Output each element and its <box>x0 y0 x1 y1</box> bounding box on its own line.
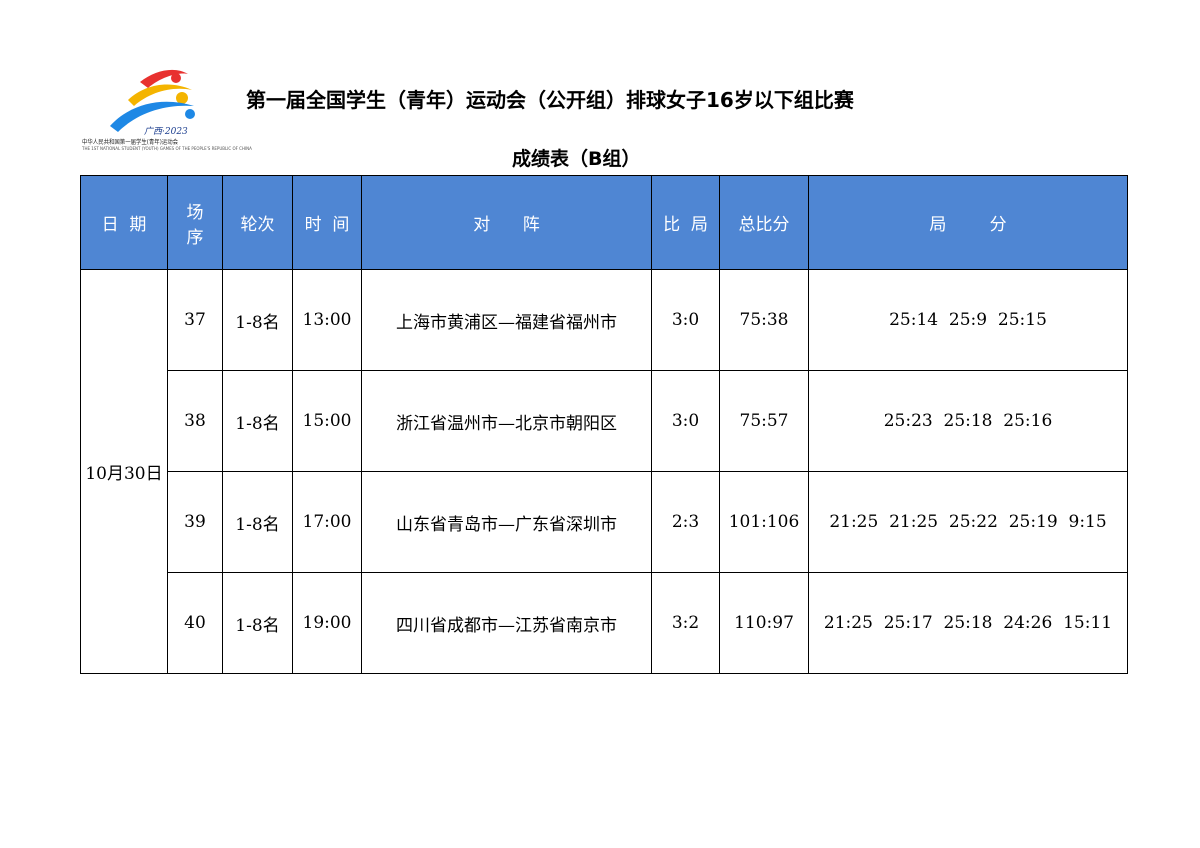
time-cell: 17:00 <box>292 471 362 573</box>
matchup-cell: 四川省成都市—江苏省南京市 <box>361 572 652 674</box>
set-scores-cell: 25:14 25:9 25:15 <box>808 269 1128 371</box>
time-cell: 13:00 <box>292 269 362 371</box>
header-date: 日 期 <box>80 175 168 270</box>
results-table: 日 期 场 序 轮次 时 间 对 阵 比 局 总比分 局 分 10月30日 37… <box>80 175 1128 674</box>
header-total-points: 总比分 <box>719 175 809 270</box>
matchup-cell: 山东省青岛市—广东省深圳市 <box>361 471 652 573</box>
logo-year-text: 广西·2023 <box>144 127 188 137</box>
date-cell: 10月30日 <box>80 269 168 674</box>
header-set-scores: 局 分 <box>808 175 1128 270</box>
set-scores-cell: 21:25 21:25 25:22 25:19 9:15 <box>808 471 1128 573</box>
table-row: 38 1-8名 15:00 浙江省温州市—北京市朝阳区 3:0 75:57 25… <box>81 370 1128 472</box>
header-match-no: 场 序 <box>167 175 223 270</box>
set-scores-cell: 25:23 25:18 25:16 <box>808 370 1128 472</box>
matchup-cell: 上海市黄浦区—福建省福州市 <box>361 269 652 371</box>
score-cell: 3:2 <box>651 572 720 674</box>
round-cell: 1-8名 <box>222 471 293 573</box>
score-cell: 2:3 <box>651 471 720 573</box>
total-points-cell: 110:97 <box>719 572 809 674</box>
match-no-cell: 40 <box>167 572 223 674</box>
table-row: 39 1-8名 17:00 山东省青岛市—广东省深圳市 2:3 101:106 … <box>81 471 1128 573</box>
match-no-cell: 38 <box>167 370 223 472</box>
total-points-cell: 75:57 <box>719 370 809 472</box>
header-score: 比 局 <box>651 175 720 270</box>
set-scores-cell: 21:25 25:17 25:18 24:26 15:11 <box>808 572 1128 674</box>
score-cell: 3:0 <box>651 269 720 371</box>
match-no-cell: 39 <box>167 471 223 573</box>
document-title: 第一届全国学生（青年）运动会（公开组）排球女子16岁以下组比赛 <box>246 88 854 112</box>
matchup-cell: 浙江省温州市—北京市朝阳区 <box>361 370 652 472</box>
logo-org-text-en: THE 1ST NATIONAL STUDENT (YOUTH) GAMES O… <box>82 146 252 151</box>
total-points-cell: 75:38 <box>719 269 809 371</box>
table-row: 40 1-8名 19:00 四川省成都市—江苏省南京市 3:2 110:97 2… <box>81 572 1128 674</box>
table-row: 10月30日 37 1-8名 13:00 上海市黄浦区—福建省福州市 3:0 7… <box>80 269 1128 674</box>
match-no-cell: 37 <box>167 269 223 371</box>
table-header-row: 日 期 场 序 轮次 时 间 对 阵 比 局 总比分 局 分 <box>80 175 1128 270</box>
document-subtitle: 成绩表（B组） <box>512 148 641 170</box>
round-cell: 1-8名 <box>222 269 293 371</box>
header-round: 轮次 <box>222 175 293 270</box>
time-cell: 15:00 <box>292 370 362 472</box>
header-time: 时 间 <box>292 175 362 270</box>
header-matchup: 对 阵 <box>361 175 652 270</box>
score-cell: 3:0 <box>651 370 720 472</box>
time-cell: 19:00 <box>292 572 362 674</box>
logo-org-text: 中华人民共和国第一届学生(青年)运动会 <box>82 139 179 146</box>
round-cell: 1-8名 <box>222 572 293 674</box>
round-cell: 1-8名 <box>222 370 293 472</box>
games-logo: 广西·2023 中华人民共和国第一届学生(青年)运动会 THE 1ST NATI… <box>82 60 252 160</box>
total-points-cell: 101:106 <box>719 471 809 573</box>
